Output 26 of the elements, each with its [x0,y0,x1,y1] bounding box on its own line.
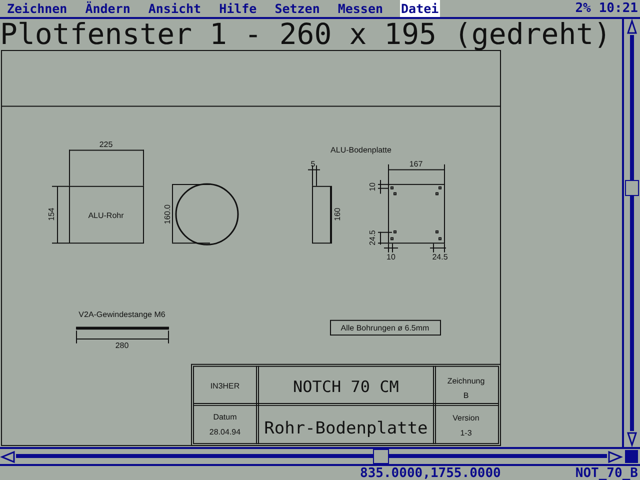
menu-item[interactable]: Zeichnen [6,0,68,17]
menu-item[interactable]: Ändern [84,0,132,17]
scroll-left-button[interactable] [0,448,16,464]
window-title: Plotfenster 1 - 260 x 195 (gedreht) [0,19,612,50]
dimension-label: 160.0 [162,204,172,224]
scroll-down-button[interactable] [624,431,640,447]
drawing-title: Rohr-Bodenplatte [264,418,428,438]
project-title: NOTCH 70 CM [293,377,399,396]
menu-item[interactable]: Setzen [274,0,321,17]
cursor-coordinates: 835.0000,1755.0000 [360,466,501,480]
zoom-level: 2% [575,0,591,16]
menu-item[interactable]: Datei [400,0,440,17]
scroll-thumb[interactable] [373,449,389,464]
scroll-thumb[interactable] [625,180,639,196]
menu-item[interactable]: Ansicht [147,0,202,17]
tube-end-drawing [172,183,239,246]
scroll-up-button[interactable] [624,19,640,35]
dimension-label: 24.5 [368,230,378,246]
dimension-label: 154 [46,208,56,221]
dimension-label: 10 [368,182,378,192]
dimension-label: 160 [332,208,342,221]
menu-item[interactable]: Messen [336,0,384,17]
menu-item[interactable]: Hilfe [218,0,258,17]
file-name: NOT_70_B [575,466,639,480]
scroll-right-button[interactable] [607,448,623,464]
clock: 10:21 [598,0,638,16]
